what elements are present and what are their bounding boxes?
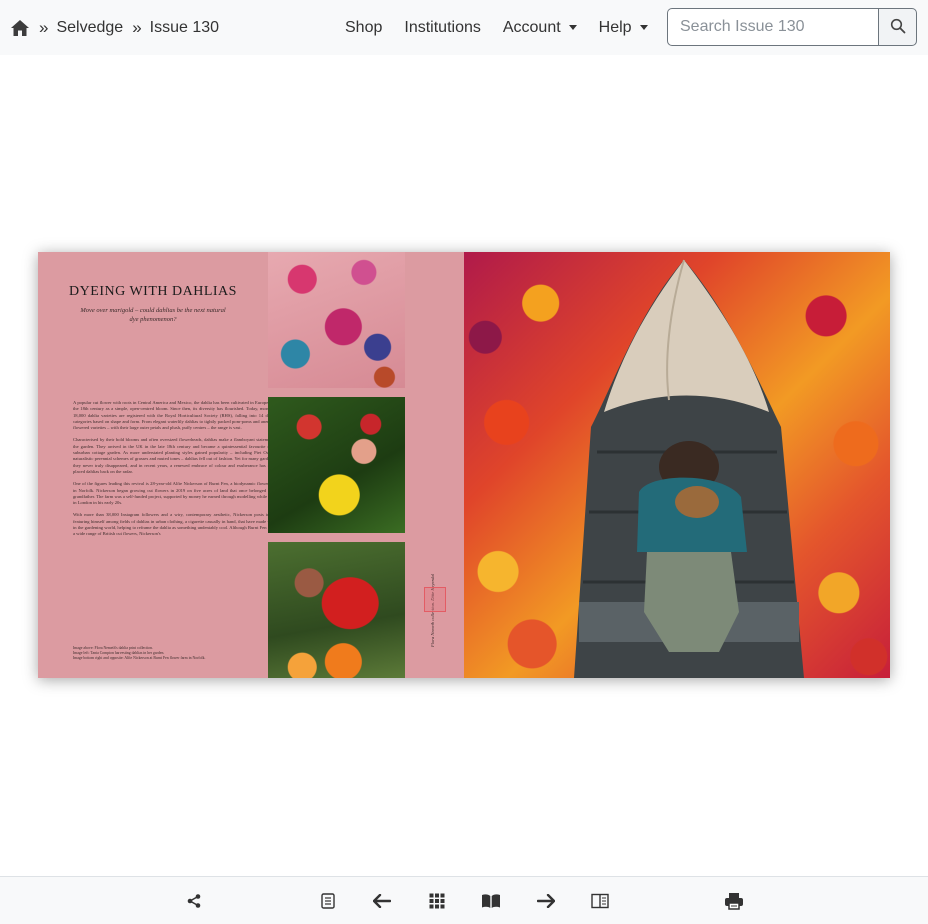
search-input[interactable] bbox=[667, 8, 878, 46]
nav-institutions-label: Institutions bbox=[404, 18, 481, 36]
arrow-left-icon[interactable] bbox=[370, 889, 394, 913]
search-button[interactable] bbox=[878, 8, 917, 46]
nav-help-label: Help bbox=[598, 18, 632, 36]
article-title: DYEING WITH DAHLIAS bbox=[69, 284, 237, 299]
home-icon[interactable] bbox=[10, 18, 30, 38]
caret-down-icon bbox=[639, 25, 648, 30]
caret-down-icon bbox=[568, 25, 577, 30]
table-of-contents-icon[interactable] bbox=[316, 889, 340, 913]
search-icon bbox=[890, 18, 906, 37]
image-captions: Image above: Flora Nemeth's dahlia print… bbox=[73, 646, 273, 661]
share-icon[interactable] bbox=[182, 889, 206, 913]
page-left[interactable]: DYEING WITH DAHLIAS Move over marigold –… bbox=[38, 252, 464, 678]
body-paragraph: Characterised by their bold blooms and o… bbox=[73, 437, 279, 474]
magazine-spread[interactable]: DYEING WITH DAHLIAS Move over marigold –… bbox=[38, 252, 890, 678]
dahlia-harvest-photo bbox=[268, 397, 405, 533]
breadcrumb-separator: » bbox=[39, 17, 49, 37]
nav-account-dropdown[interactable]: Account bbox=[503, 19, 577, 37]
link-hotspot[interactable] bbox=[424, 587, 446, 612]
printer-icon[interactable] bbox=[722, 889, 746, 913]
nav-shop[interactable]: Shop bbox=[345, 19, 382, 37]
article-deck: Move over marigold – could dahlias be th… bbox=[80, 307, 226, 323]
search-form bbox=[667, 8, 917, 46]
body-paragraph: With more than 38,000 Instagram follower… bbox=[73, 512, 279, 537]
page-right[interactable] bbox=[464, 252, 890, 678]
body-paragraph: One of the figures leading this revival … bbox=[73, 481, 279, 506]
dahlia-print-photo bbox=[268, 252, 405, 388]
boat-in-dahlias-photo bbox=[574, 259, 804, 678]
arrow-right-icon[interactable] bbox=[534, 889, 558, 913]
article-body: A popular cut flower with roots in Centr… bbox=[73, 400, 279, 544]
main-nav: Shop Institutions Account Help bbox=[345, 0, 670, 55]
nav-institutions[interactable]: Institutions bbox=[404, 19, 480, 37]
caption-line: Image bottom right and opposite: Alfie N… bbox=[73, 656, 206, 660]
single-page-view-icon[interactable] bbox=[588, 889, 612, 913]
nav-account-label: Account bbox=[502, 18, 561, 36]
breadcrumb-publication[interactable]: Selvedge bbox=[56, 19, 123, 37]
reader-toolbar bbox=[0, 876, 928, 924]
body-paragraph: A popular cut flower with roots in Centr… bbox=[73, 400, 279, 431]
nav-shop-label: Shop bbox=[345, 18, 383, 36]
gardener-with-dahlias-photo bbox=[268, 542, 405, 678]
top-navbar: » Selvedge » Issue 130 Shop Institutions… bbox=[0, 0, 928, 55]
nav-help-dropdown[interactable]: Help bbox=[599, 19, 648, 37]
thumbnail-grid-icon[interactable] bbox=[425, 889, 449, 913]
breadcrumb-issue[interactable]: Issue 130 bbox=[150, 19, 219, 37]
breadcrumb: » Selvedge » Issue 130 bbox=[0, 18, 219, 38]
breadcrumb-separator: » bbox=[132, 17, 142, 37]
open-book-icon[interactable] bbox=[479, 889, 503, 913]
